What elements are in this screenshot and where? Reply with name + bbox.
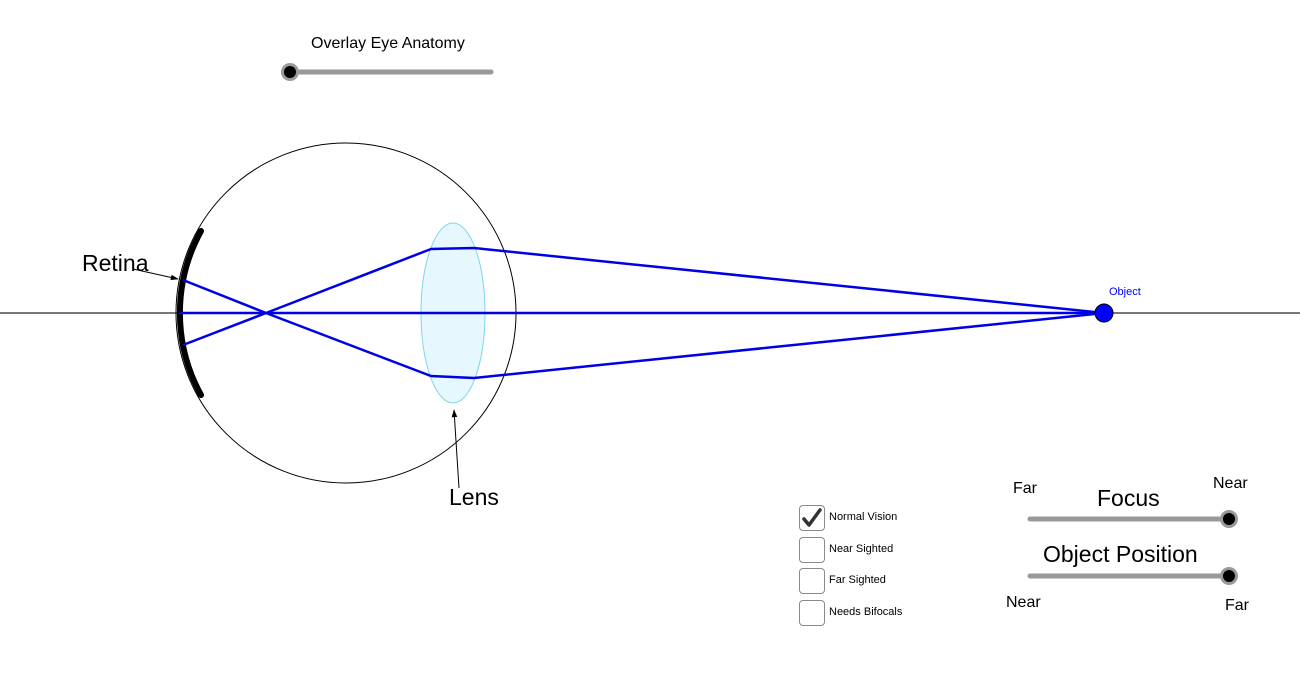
far-sighted-checkbox[interactable] [799,568,825,594]
object-point[interactable] [1094,303,1114,323]
object-label: Object [1109,286,1141,298]
overlay-slider-label: Overlay Eye Anatomy [311,35,465,52]
focus-max-label: Near [1213,475,1248,492]
near-sighted-checkbox[interactable] [799,537,825,563]
normal-vision-checkbox[interactable] [799,505,825,531]
needs-bifocals-label: Needs Bifocals [829,606,903,618]
normal-vision-label: Normal Vision [829,511,898,523]
checkmark-icon [802,508,822,527]
far-sighted-label: Far Sighted [829,574,886,586]
focus-min-label: Far [1013,480,1038,497]
object-position-min-label: Near [1006,594,1041,611]
ray-bottom [182,278,1105,380]
object-position-max-label: Far [1225,597,1250,614]
needs-bifocals-checkbox[interactable] [799,600,825,626]
eye-optics-diagram: Object Retina Lens Overlay Eye Anatomy F… [0,35,1300,614]
retina-label: Retina [82,250,149,276]
focus-slider-title: Focus [1097,485,1160,511]
lens-label: Lens [449,484,499,510]
lens-arrow [451,409,460,489]
focus-slider-handle[interactable] [1220,510,1238,528]
near-sighted-label: Near Sighted [829,543,894,555]
light-rays [179,246,1105,380]
object-position-slider-title: Object Position [1043,541,1198,567]
overlay-slider-handle[interactable] [281,63,299,81]
ray-top [182,246,1105,347]
object-position-slider-handle[interactable] [1220,567,1238,585]
